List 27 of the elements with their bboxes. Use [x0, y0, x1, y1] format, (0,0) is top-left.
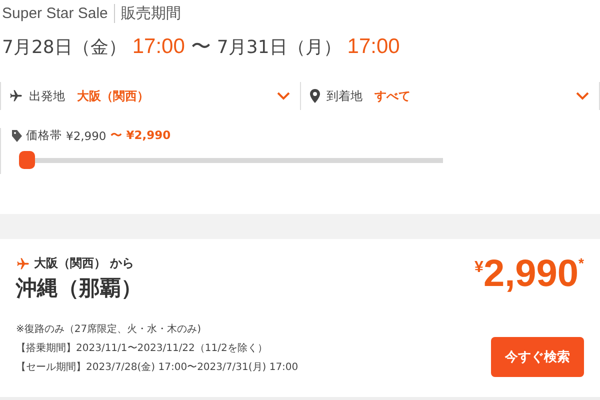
price-slider-thumb[interactable]	[19, 151, 35, 169]
origin-text: 大阪（関西） から	[34, 255, 134, 272]
sale-period-label: 販売期間	[114, 4, 181, 23]
deal-note: ※復路のみ（27席限定、火・水・木のみ)	[16, 322, 202, 336]
price-min: ¥2,990	[66, 128, 106, 142]
sale-title: Super Star Sale	[2, 5, 108, 22]
deal-note: 【セール期間】2023/7/28(金) 17:00〜2023/7/31(月) 17:00	[16, 360, 300, 374]
end-time: 17:00	[347, 35, 400, 59]
range-separator: 〜	[190, 33, 211, 60]
chevron-down-icon	[576, 92, 589, 100]
airplane-icon	[16, 256, 30, 270]
price-range-label: 価格帯	[26, 128, 62, 143]
deal-note: 【搭乗期間】2023/11/1〜2023/11/22（11/2を除く）	[16, 342, 268, 355]
currency-symbol: ¥	[474, 259, 484, 277]
start-time: 17:00	[132, 35, 185, 59]
airport-dropdown[interactable]: 出発地 大阪（関西）	[0, 82, 300, 110]
destination-title: 沖縄（那覇）	[16, 275, 143, 302]
end-date: 7月31日（月）	[216, 36, 342, 59]
start-date: 7月28日（金）	[2, 36, 126, 59]
airport-dropdown[interactable]: 到着地 すべて	[300, 82, 600, 110]
location-pin-icon	[308, 89, 320, 103]
airplane-icon	[9, 89, 23, 103]
chevron-down-icon	[276, 92, 290, 100]
tag-icon	[11, 130, 22, 142]
price-max: 〜 ¥2,990	[110, 128, 171, 143]
price-amount: 2,990	[483, 255, 579, 293]
price-footnote-mark: *	[578, 255, 584, 271]
